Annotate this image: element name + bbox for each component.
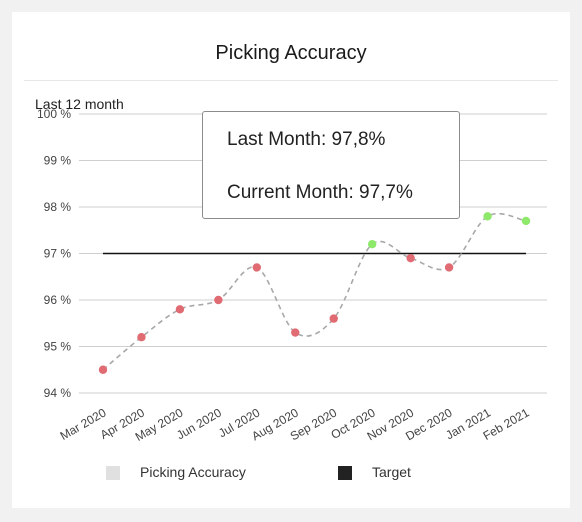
data-point — [406, 253, 415, 263]
y-tick-label: 94 % — [44, 386, 72, 400]
legend-label-target: Target — [372, 464, 411, 480]
data-point — [329, 314, 338, 323]
data-point — [367, 240, 377, 249]
y-tick-label: 100 % — [37, 107, 71, 121]
data-point — [483, 212, 492, 221]
data-point — [137, 333, 146, 342]
y-tick-label: 96 % — [44, 293, 72, 307]
legend-label-picking-accuracy: Picking Accuracy — [140, 464, 246, 480]
x-tick-label: Jun 2020 — [174, 405, 224, 442]
data-point — [252, 263, 262, 272]
data-point — [98, 365, 108, 374]
legend-swatch-picking-accuracy — [106, 466, 120, 480]
tooltip-current-month: Current Month: 97,7% — [227, 182, 413, 203]
y-tick-label: 97 % — [44, 247, 72, 261]
data-point — [214, 295, 223, 305]
y-tick-label: 95 % — [44, 340, 72, 354]
y-tick-label: 99 % — [44, 154, 72, 168]
tooltip-last-month: Last Month: 97,8% — [227, 129, 386, 150]
y-tick-label: 98 % — [44, 200, 72, 214]
data-point — [291, 328, 300, 337]
legend-swatch-target — [338, 466, 352, 480]
data-point — [175, 305, 185, 314]
summary-tooltip: Last Month: 97,8% Current Month: 97,7% — [202, 111, 460, 219]
data-point — [521, 216, 531, 226]
line-chart: 94 %95 %96 %97 %98 %99 %100 %Mar 2020Apr… — [37, 107, 547, 444]
data-point — [444, 263, 454, 272]
chart-card: Picking Accuracy Last 12 month 94 % 95 % 9… — [12, 12, 570, 508]
